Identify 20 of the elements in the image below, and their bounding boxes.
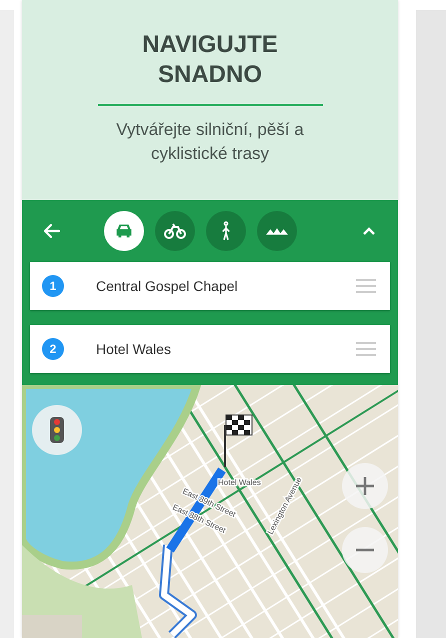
- transport-mode-button[interactable]: [206, 211, 246, 251]
- waypoint-name: Central Gospel Chapel: [96, 278, 238, 294]
- transport-mode-button[interactable]: [257, 211, 297, 251]
- plus-icon: [355, 476, 375, 496]
- transport-mode-button[interactable]: [155, 211, 195, 251]
- collapse-caret-icon[interactable]: [362, 226, 376, 236]
- finish-flag-icon: [224, 414, 252, 467]
- headline: NAVIGUJTE SNADNO: [141, 30, 279, 90]
- drag-handle-icon[interactable]: [356, 341, 376, 357]
- waypoint-number: 2: [42, 338, 64, 360]
- back-arrow-icon[interactable]: [42, 221, 62, 241]
- waypoint-row[interactable]: 2 Hotel Wales: [30, 325, 390, 373]
- waypoint-name: Hotel Wales: [96, 341, 171, 357]
- traffic-light-icon: [50, 417, 64, 443]
- transport-mode-button[interactable]: [104, 211, 144, 251]
- minus-icon: [355, 548, 375, 552]
- subtitle: Vytvářejte silniční, pěší a cyklistické trasy: [115, 119, 305, 165]
- waypoint-number: 1: [42, 275, 64, 297]
- waypoint-row[interactable]: 1 Central Gospel Chapel: [30, 262, 390, 310]
- drag-handle-icon[interactable]: [356, 278, 376, 294]
